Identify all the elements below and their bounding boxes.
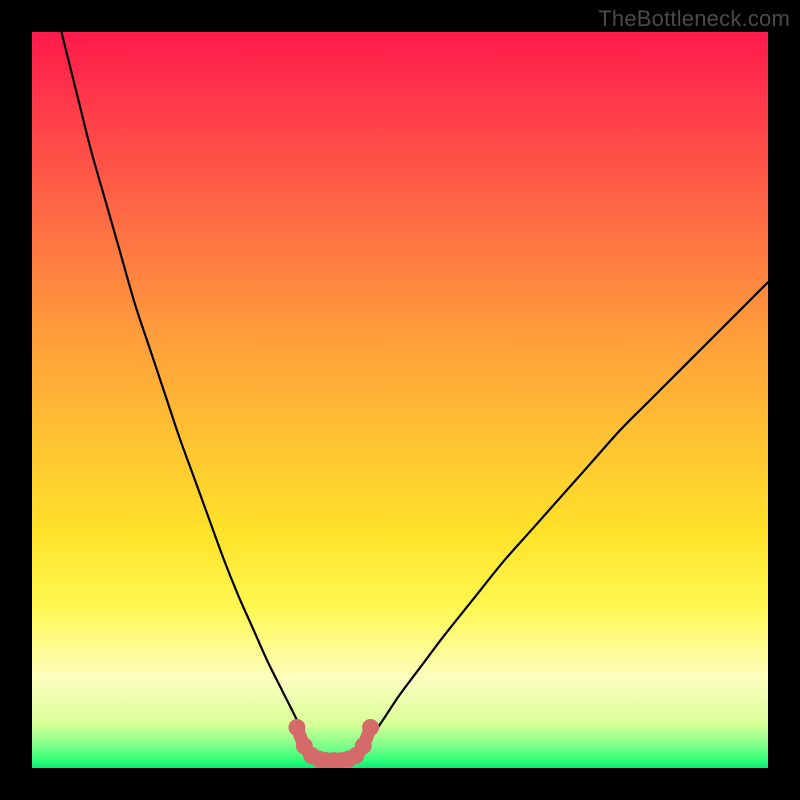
curve-layer [32, 32, 768, 768]
trough-marker-dots [288, 719, 379, 768]
outer-frame: TheBottleneck.com [0, 0, 800, 800]
trough-marker-dot [362, 719, 379, 736]
watermark-text: TheBottleneck.com [598, 6, 790, 32]
trough-marker-dot [288, 719, 305, 736]
plot-area [32, 32, 768, 768]
left-curve [61, 32, 304, 739]
right-curve [371, 282, 768, 738]
trough-marker-dot [355, 737, 372, 754]
